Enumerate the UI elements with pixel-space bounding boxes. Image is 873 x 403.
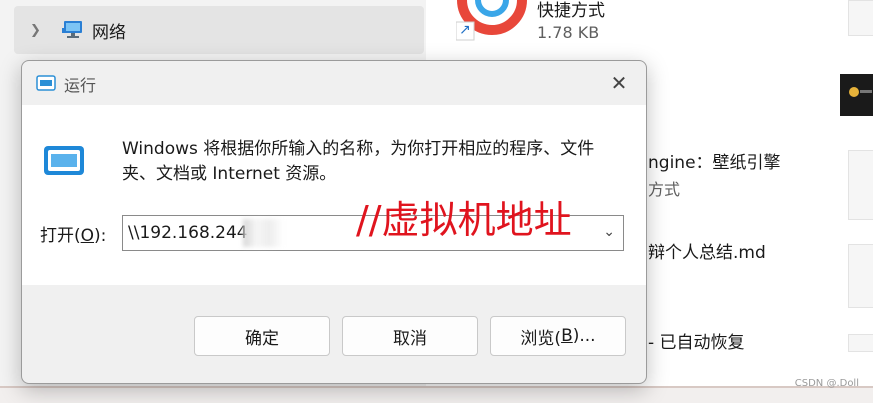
run-app-icon — [42, 145, 86, 177]
browse-accesskey: B — [561, 326, 573, 346]
browse-button[interactable]: 浏览(B)... — [490, 316, 626, 356]
browse-label-prefix: 浏览( — [520, 328, 562, 349]
description-line: 夹、文档或 Internet 资源。 — [122, 164, 337, 184]
ok-button[interactable]: 确定 — [194, 316, 330, 356]
dialog-titlebar[interactable]: 运行 ✕ — [22, 61, 646, 105]
file-name[interactable]: 快捷方式 — [537, 0, 605, 21]
nav-item-label: 网络 — [92, 22, 126, 43]
open-label-prefix: 打开( — [40, 226, 81, 246]
document-thumbnail[interactable] — [848, 0, 873, 36]
chevron-right-icon[interactable]: ❯ — [30, 23, 48, 38]
file-name[interactable]: 辩个人总结.md — [648, 238, 766, 263]
dialog-description: Windows 将根据你所输入的名称，为你打开相应的程序、文件 夹、文档或 In… — [122, 137, 632, 187]
document-thumbnail[interactable] — [848, 244, 873, 308]
file-type: 方式 — [648, 180, 681, 199]
image-thumbnail[interactable] — [840, 74, 873, 116]
file-name[interactable]: ngine：壁纸引擎 — [648, 148, 781, 173]
open-label-suffix: ): — [94, 226, 107, 246]
file-name[interactable]: - 已自动恢复 — [648, 328, 745, 353]
browse-label-suffix: )... — [572, 326, 596, 346]
description-line: Windows 将根据你所输入的名称，为你打开相应的程序、文件 — [122, 139, 595, 159]
chevron-down-icon[interactable]: ⌄ — [603, 224, 615, 240]
close-icon: ✕ — [610, 71, 628, 95]
redaction-blur — [243, 219, 283, 247]
shortcut-file-icon[interactable]: ↗ — [455, 0, 528, 42]
dialog-content: Windows 将根据你所输入的名称，为你打开相应的程序、文件 夹、文档或 In… — [22, 105, 646, 285]
open-label-accesskey: O — [80, 226, 95, 246]
dialog-title: 运行 — [64, 76, 97, 95]
run-app-icon — [36, 75, 56, 91]
taskbar-edge — [0, 386, 873, 403]
annotation-text: //虚拟机地址 — [356, 198, 572, 242]
document-thumbnail[interactable] — [848, 334, 873, 352]
network-icon — [62, 20, 84, 40]
cancel-button[interactable]: 取消 — [342, 316, 478, 356]
open-input[interactable]: \\192.168.244 — [128, 223, 248, 243]
run-dialog: 运行 ✕ Windows 将根据你所输入的名称，为你打开相应的程序、文件 夹、文… — [21, 60, 647, 384]
nav-item-network[interactable]: ❯ 网络 — [14, 6, 424, 54]
file-size: 1.78 KB — [537, 23, 600, 42]
shortcut-arrow-icon: ↗ — [459, 22, 471, 38]
open-label: 打开(O): — [40, 221, 106, 246]
close-button[interactable]: ✕ — [606, 71, 632, 95]
document-thumbnail[interactable] — [848, 150, 873, 220]
watermark: CSDN @.Doll — [794, 378, 859, 389]
